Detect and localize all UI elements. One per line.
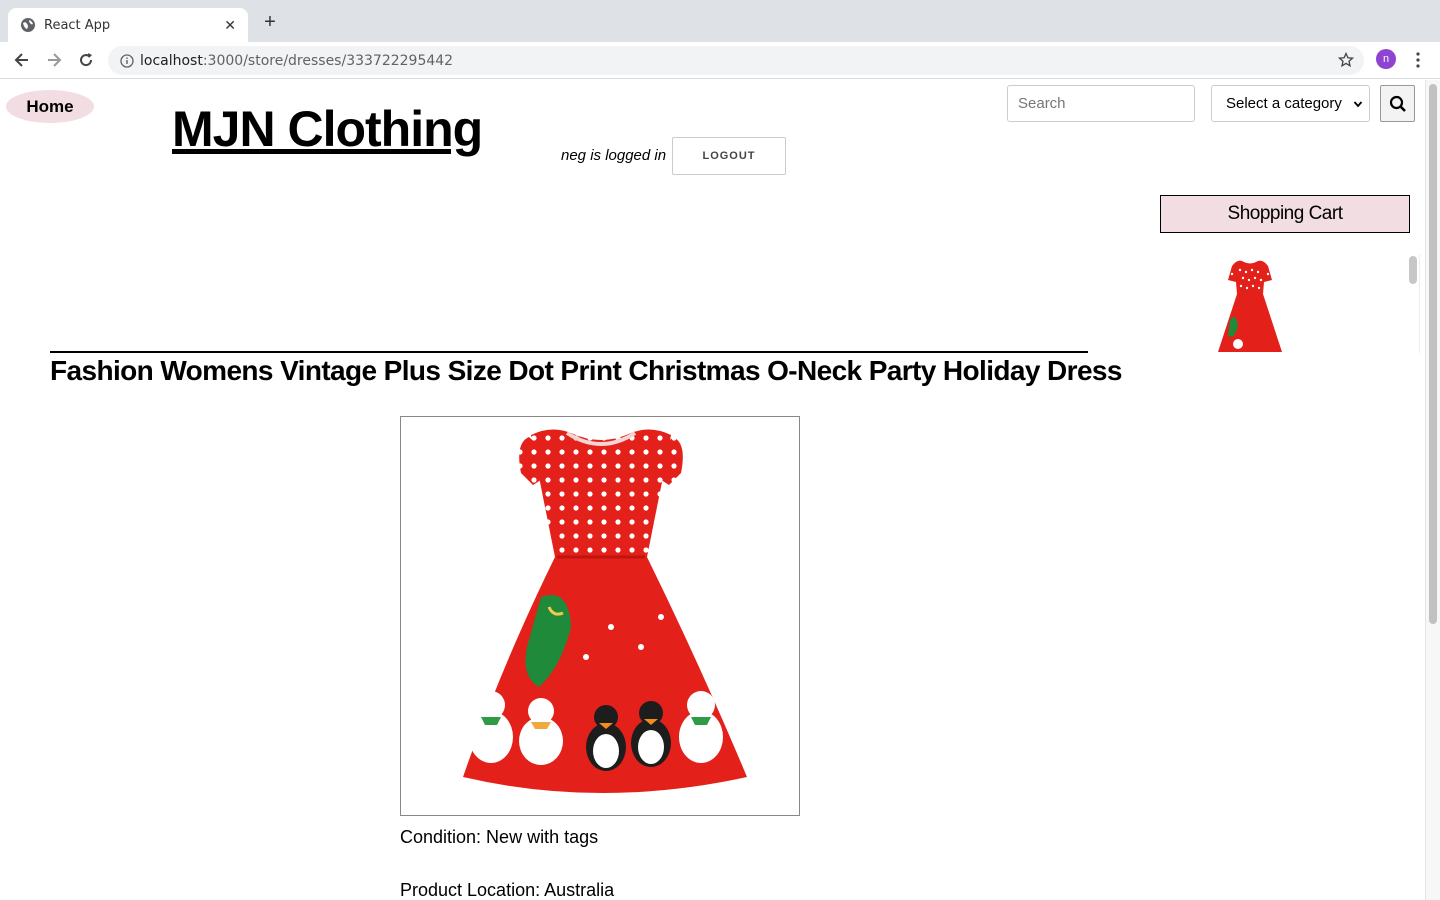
info-icon[interactable] [120,53,134,68]
cart-item-image[interactable] [1208,256,1292,352]
page-content: Home MJN Clothing neg is logged in LOGOU… [0,80,1425,900]
url-text: localhost:3000/store/dresses/33372229544… [140,52,454,69]
forward-icon[interactable] [44,50,64,70]
back-icon[interactable] [12,50,32,70]
product-location: Product Location: Australia [400,880,615,900]
close-icon[interactable]: ✕ [224,17,236,34]
address-bar[interactable]: localhost:3000/store/dresses/33372229544… [108,46,1364,75]
page-scrollbar[interactable] [1425,80,1440,900]
search-button[interactable] [1380,85,1415,122]
browser-tab-strip: React App ✕ + [0,0,1440,42]
globe-icon [21,18,35,32]
search-icon [1389,95,1406,112]
cart-scrollbar[interactable] [1407,254,1420,353]
plus-icon[interactable]: + [260,12,280,32]
shopping-cart-title: Shopping Cart [1160,195,1410,233]
cart-item-list [1160,254,1420,353]
search-input[interactable] [1007,85,1195,122]
browser-tab[interactable]: React App ✕ [8,8,248,42]
tab-title: React App [44,17,111,33]
product-condition: Condition: New with tags [400,827,599,847]
product-image [400,416,800,816]
logged-in-status: neg is logged in [561,147,667,164]
reload-icon[interactable] [76,50,96,70]
avatar[interactable]: n [1376,49,1396,69]
star-icon[interactable] [1338,52,1354,68]
site-title[interactable]: MJN Clothing [172,100,483,158]
browser-toolbar: localhost:3000/store/dresses/33372229544… [0,42,1440,79]
product-title: Fashion Womens Vintage Plus Size Dot Pri… [50,355,1122,386]
chevron-down-icon [1353,101,1363,108]
home-button[interactable]: Home [6,90,94,123]
logout-button[interactable]: LOGOUT [672,137,786,175]
menu-dots-icon[interactable] [1412,50,1424,70]
dress-illustration [463,429,747,793]
category-selected-value: Select a category [1226,95,1342,112]
category-select[interactable]: Select a category [1211,85,1370,122]
title-divider [50,351,1088,353]
